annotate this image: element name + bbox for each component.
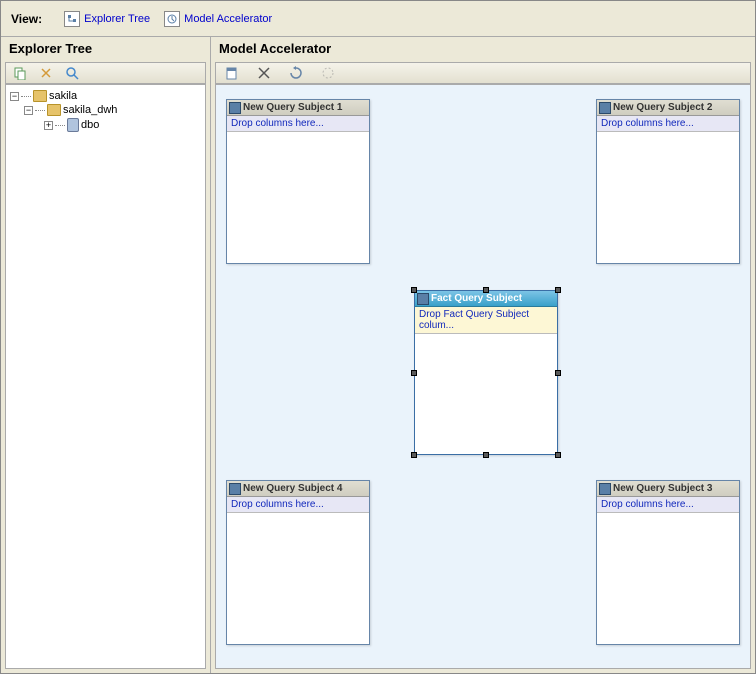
folder-icon [47, 104, 61, 116]
subject-header[interactable]: New Query Subject 2 [597, 100, 739, 116]
drop-zone[interactable]: Drop Fact Query Subject colum... [415, 307, 557, 334]
subject-icon [417, 293, 429, 305]
drop-zone[interactable]: Drop columns here... [597, 116, 739, 132]
tree-label: sakila_dwh [63, 104, 117, 116]
drop-zone[interactable]: Drop columns here... [227, 497, 369, 513]
resize-handle[interactable] [411, 287, 417, 293]
tree-label: dbo [81, 119, 99, 131]
folder-icon [33, 90, 47, 102]
resize-handle[interactable] [555, 287, 561, 293]
subject-title: New Query Subject 3 [613, 483, 712, 494]
collapse-icon[interactable]: − [24, 106, 33, 115]
tab-model-accelerator[interactable]: Model Accelerator [164, 11, 272, 27]
link-icon[interactable] [38, 65, 54, 81]
delete-icon[interactable] [256, 65, 272, 81]
copy-icon[interactable] [12, 65, 28, 81]
tree-node-dbo[interactable]: + dbo [10, 117, 201, 133]
subject-title: New Query Subject 1 [243, 102, 342, 113]
subject-header[interactable]: Fact Query Subject [415, 291, 557, 307]
view-label: View: [11, 12, 42, 26]
resize-handle[interactable] [555, 370, 561, 376]
resize-handle[interactable] [483, 452, 489, 458]
explorer-title: Explorer Tree [1, 37, 210, 62]
subject-title: New Query Subject 2 [613, 102, 712, 113]
tree-connector [21, 96, 31, 97]
accelerator-icon [164, 11, 180, 27]
drop-zone[interactable]: Drop columns here... [597, 497, 739, 513]
query-subject-2[interactable]: New Query Subject 2 Drop columns here... [596, 99, 740, 264]
new-subject-icon[interactable] [224, 65, 240, 81]
explorer-toolbar [5, 62, 206, 84]
resize-handle[interactable] [411, 370, 417, 376]
tree-connector [55, 125, 65, 126]
subject-header[interactable]: New Query Subject 3 [597, 481, 739, 497]
tab-explorer-tree[interactable]: Explorer Tree [64, 11, 150, 27]
explorer-panel: Explorer Tree − sakila − sa [1, 37, 211, 673]
query-subject-1[interactable]: New Query Subject 1 Drop columns here... [226, 99, 370, 264]
search-icon[interactable] [64, 65, 80, 81]
view-bar: View: Explorer Tree Model Accelerator [1, 1, 755, 37]
explorer-tree[interactable]: − sakila − sakila_dwh + dbo [5, 84, 206, 669]
accelerator-canvas[interactable]: New Query Subject 1 Drop columns here...… [215, 84, 751, 669]
accelerator-toolbar [215, 62, 751, 84]
query-subject-3[interactable]: New Query Subject 3 Drop columns here... [596, 480, 740, 645]
subject-header[interactable]: New Query Subject 1 [227, 100, 369, 116]
drop-zone[interactable]: Drop columns here... [227, 116, 369, 132]
refresh-icon[interactable] [288, 65, 304, 81]
expand-icon[interactable]: + [44, 121, 53, 130]
main-area: Explorer Tree − sakila − sa [1, 37, 755, 673]
subject-icon [599, 483, 611, 495]
tree-icon [64, 11, 80, 27]
subject-icon [229, 483, 241, 495]
query-subject-4[interactable]: New Query Subject 4 Drop columns here... [226, 480, 370, 645]
resize-handle[interactable] [555, 452, 561, 458]
subject-icon [599, 102, 611, 114]
database-icon [67, 118, 79, 132]
tab-label: Explorer Tree [84, 13, 150, 25]
collapse-icon[interactable]: − [10, 92, 19, 101]
accelerator-panel: Model Accelerator New Query Subject 1 [211, 37, 755, 673]
fact-query-subject[interactable]: Fact Query Subject Drop Fact Query Subje… [414, 290, 558, 455]
tab-label: Model Accelerator [184, 13, 272, 25]
tree-node-sakila-dwh[interactable]: − sakila_dwh [10, 103, 201, 117]
tree-node-sakila[interactable]: − sakila [10, 89, 201, 103]
tree-connector [35, 110, 45, 111]
subject-header[interactable]: New Query Subject 4 [227, 481, 369, 497]
generate-icon[interactable] [320, 65, 336, 81]
accelerator-title: Model Accelerator [211, 37, 755, 62]
subject-title: Fact Query Subject [431, 293, 522, 304]
resize-handle[interactable] [411, 452, 417, 458]
subject-title: New Query Subject 4 [243, 483, 342, 494]
subject-icon [229, 102, 241, 114]
tree-label: sakila [49, 90, 77, 102]
resize-handle[interactable] [483, 287, 489, 293]
